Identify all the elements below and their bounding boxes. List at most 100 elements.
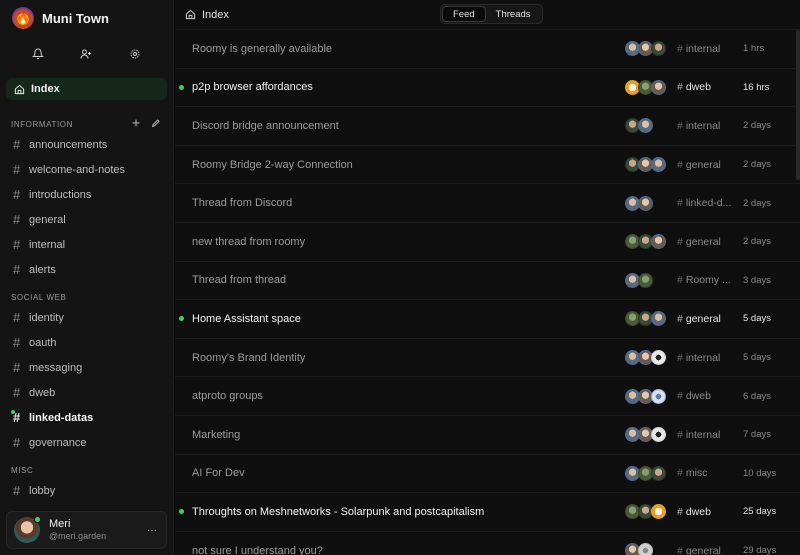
channel-label: governance <box>29 436 87 449</box>
channel-label: alerts <box>29 263 56 276</box>
thread-time: 2 days <box>743 197 771 209</box>
thread-row[interactable]: AI For Dev # misc 10 days <box>175 455 800 494</box>
thread-channel[interactable]: # internal <box>677 352 735 364</box>
breadcrumb: Index <box>185 9 229 21</box>
participant-avatars <box>625 195 653 211</box>
thread-channel-label: internal <box>685 428 721 441</box>
breadcrumb-label: Index <box>202 8 229 21</box>
thread-channel-label: general <box>685 158 721 171</box>
thread-time: 5 days <box>743 313 771 325</box>
thread-time: 2 days <box>743 120 771 132</box>
unread-dot <box>179 316 184 322</box>
channel-lobby[interactable]: # lobby <box>0 478 173 503</box>
space-header[interactable]: 🔥 Muni Town <box>0 0 173 36</box>
sidebar-item-index[interactable]: Index <box>6 78 167 100</box>
participant-avatars <box>625 157 666 173</box>
thread-channel[interactable]: # dweb <box>677 390 735 402</box>
thread-channel[interactable]: # general <box>677 545 735 555</box>
hash-icon: # <box>13 262 21 277</box>
thread-time: 2 days <box>743 236 771 248</box>
more-options-icon[interactable]: ··· <box>147 525 157 536</box>
section-header-misc: MISC <box>0 462 173 478</box>
thread-channel[interactable]: # general <box>677 159 735 171</box>
thread-title: AI For Dev <box>192 467 245 480</box>
thread-channel[interactable]: # Roomy ... <box>677 274 735 286</box>
hash-icon: # <box>677 197 683 210</box>
participant-avatars <box>625 504 666 520</box>
thread-row[interactable]: Thread from Discord # linked-d... 2 days <box>175 184 800 223</box>
thread-channel[interactable]: # general <box>677 313 735 325</box>
hash-icon: # <box>677 505 683 518</box>
thread-title: Home Assistant space <box>192 312 301 325</box>
channel-oauth[interactable]: # oauth <box>0 330 173 355</box>
thread-row[interactable]: Home Assistant space # general 5 days <box>175 300 800 339</box>
tab-feed[interactable]: Feed <box>442 6 486 22</box>
pencil-icon[interactable] <box>151 118 161 130</box>
channel-dweb[interactable]: # dweb <box>0 380 173 405</box>
participant-avatars <box>625 234 666 250</box>
channel-label: announcements <box>29 138 108 151</box>
thread-row[interactable]: new thread from roomy # general 2 days <box>175 223 800 262</box>
hash-icon: # <box>677 81 683 94</box>
thread-title: Roomy Bridge 2-way Connection <box>192 158 353 171</box>
user-card[interactable]: Meri @meri.garden ··· <box>6 511 167 549</box>
thread-row[interactable]: Roomy is generally available # internal 1 h… <box>175 30 800 69</box>
thread-row[interactable]: Roomy's Brand Identity # internal 5 days <box>175 339 800 378</box>
tab-threads[interactable]: Threads <box>486 6 541 22</box>
thread-channel[interactable]: # dweb <box>677 81 735 93</box>
sidebar-toolbar <box>0 36 173 72</box>
thread-channel[interactable]: # internal <box>677 120 735 132</box>
scrollbar[interactable] <box>796 30 800 180</box>
channel-governance[interactable]: # governance <box>0 430 173 455</box>
channel-welcome-and-notes[interactable]: # welcome-and-notes <box>0 157 173 182</box>
bell-icon[interactable] <box>27 43 49 65</box>
thread-row[interactable]: Thread from thread # Roomy ... 3 days <box>175 262 800 301</box>
gear-icon[interactable] <box>124 43 146 65</box>
thread-row[interactable]: p2p browser affordances # dweb 16 hrs <box>175 69 800 108</box>
thread-row[interactable]: Throughts on Meshnetworks - Solarpunk an… <box>175 493 800 532</box>
hash-icon: # <box>677 390 683 403</box>
view-toggle: Feed Threads <box>440 4 543 24</box>
channel-messaging[interactable]: # messaging <box>0 355 173 380</box>
channel-general[interactable]: # general <box>0 207 173 232</box>
hash-icon: # <box>677 42 683 55</box>
channel-linked-datas[interactable]: # linked-datas <box>0 405 173 430</box>
channel-label: lobby <box>29 484 56 497</box>
thread-title: Thread from thread <box>192 274 287 287</box>
space-logo: 🔥 <box>12 7 34 29</box>
channel-internal[interactable]: # internal <box>0 232 173 257</box>
thread-row[interactable]: not sure I understand you? # general 29 day… <box>175 532 800 555</box>
thread-channel[interactable]: # linked-d... <box>677 197 735 209</box>
thread-title: Throughts on Meshnetworks - Solarpunk an… <box>192 505 485 518</box>
thread-row[interactable]: atproto groups # dweb 6 days <box>175 377 800 416</box>
thread-channel[interactable]: # general <box>677 236 735 248</box>
avatar <box>651 504 666 520</box>
participant-avatars <box>625 118 653 134</box>
thread-channel[interactable]: # internal <box>677 429 735 441</box>
thread-channel[interactable]: # internal <box>677 43 735 55</box>
thread-title: atproto groups <box>192 390 263 403</box>
thread-channel[interactable]: # misc <box>677 467 735 479</box>
section-title: MISC <box>11 465 34 475</box>
thread-title: p2p browser affordances <box>192 81 313 94</box>
channel-identity[interactable]: # identity <box>0 305 173 330</box>
plus-icon[interactable] <box>131 118 141 130</box>
hash-icon: # <box>13 483 21 498</box>
thread-row[interactable]: Marketing # internal 7 days <box>175 416 800 455</box>
thread-channel[interactable]: # dweb <box>677 506 735 518</box>
channel-introductions[interactable]: # introductions <box>0 182 173 207</box>
add-user-icon[interactable] <box>75 43 97 65</box>
user-name: Meri <box>49 518 71 530</box>
thread-channel-label: misc <box>685 467 708 480</box>
thread-row[interactable]: Discord bridge announcement # internal 2 da… <box>175 107 800 146</box>
channel-alerts[interactable]: # alerts <box>0 257 173 282</box>
sidebar: 🔥 Muni Town Index INFORMATION # announcem… <box>0 0 174 555</box>
participant-avatars <box>625 311 666 327</box>
thread-row[interactable]: Roomy Bridge 2-way Connection # general 2 d… <box>175 146 800 185</box>
avatar <box>651 157 666 173</box>
hash-icon: # <box>13 410 21 425</box>
channel-announcements[interactable]: # announcements <box>0 132 173 157</box>
thread-time: 29 days <box>743 545 777 555</box>
thread-channel-label: internal <box>685 42 721 55</box>
section-header-social-web: SOCIAL WEB <box>0 289 173 305</box>
